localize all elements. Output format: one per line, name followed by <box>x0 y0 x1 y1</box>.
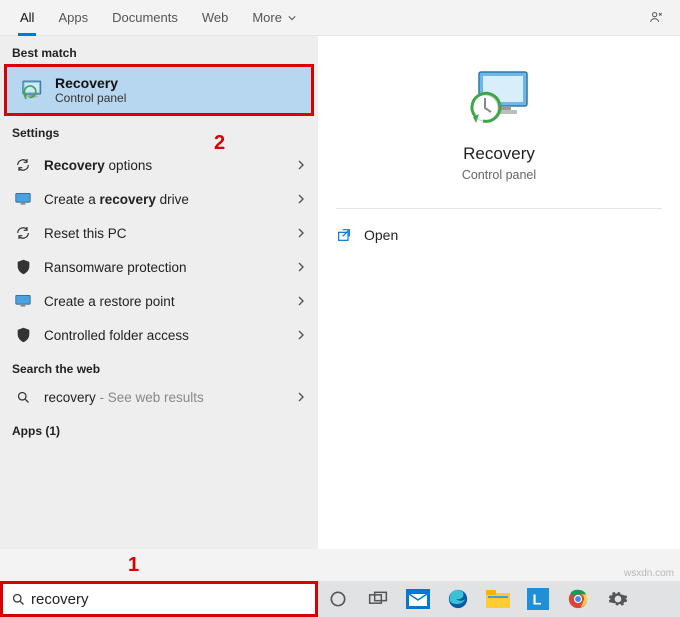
best-match-title: Recovery <box>55 75 126 91</box>
shield-icon <box>12 327 34 343</box>
settings-item-reset-pc[interactable]: Reset this PC <box>0 216 318 250</box>
annotation-1: 1 <box>128 554 139 577</box>
section-settings: Settings <box>0 116 318 144</box>
chevron-right-icon <box>296 262 306 272</box>
chevron-right-icon <box>296 194 306 204</box>
chevron-right-icon <box>296 296 306 306</box>
search-box[interactable] <box>0 581 318 617</box>
tab-more[interactable]: More <box>240 0 308 36</box>
section-search-web: Search the web <box>0 352 318 380</box>
sync-icon <box>12 225 34 241</box>
settings-item-label: Controlled folder access <box>44 328 296 343</box>
chrome-icon[interactable] <box>564 585 592 613</box>
app-l-icon[interactable]: L <box>524 585 552 613</box>
search-icon <box>12 390 34 405</box>
settings-item-controlled-folder[interactable]: Controlled folder access <box>0 318 318 352</box>
preview-subtitle: Control panel <box>462 168 536 182</box>
monitor-icon <box>12 294 34 308</box>
edge-icon[interactable] <box>444 585 472 613</box>
preview-title: Recovery <box>463 144 535 164</box>
cortana-icon[interactable] <box>324 585 352 613</box>
search-input[interactable] <box>31 591 309 608</box>
search-filter-tabs: All Apps Documents Web More <box>0 0 680 36</box>
gear-icon[interactable] <box>604 585 632 613</box>
settings-item-label: Create a restore point <box>44 294 296 309</box>
open-icon <box>336 227 352 243</box>
chevron-right-icon <box>296 160 306 170</box>
section-best-match: Best match <box>0 36 318 64</box>
search-icon <box>9 592 27 607</box>
tab-apps[interactable]: Apps <box>46 0 100 36</box>
action-open[interactable]: Open <box>318 215 680 255</box>
tab-more-label: More <box>252 10 282 25</box>
recovery-icon <box>17 76 45 104</box>
web-result-item[interactable]: recovery - See web results <box>0 380 318 414</box>
settings-item-ransomware[interactable]: Ransomware protection <box>0 250 318 284</box>
tab-documents[interactable]: Documents <box>100 0 190 36</box>
explorer-icon[interactable] <box>484 585 512 613</box>
mail-icon[interactable] <box>404 585 432 613</box>
preview-panel: Recovery Control panel Open <box>318 36 680 549</box>
recovery-large-icon <box>463 68 535 126</box>
settings-item-recovery-options[interactable]: Recovery options <box>0 148 318 182</box>
web-result-label: recovery - See web results <box>44 390 296 405</box>
tab-web[interactable]: Web <box>190 0 241 36</box>
task-view-icon[interactable] <box>364 585 392 613</box>
sync-icon <box>12 157 34 173</box>
best-match-subtitle: Control panel <box>55 91 126 105</box>
settings-item-label: Ransomware protection <box>44 260 296 275</box>
results-panel: Best match Recovery Control panel <box>0 36 318 549</box>
settings-item-recovery-drive[interactable]: Create a recovery drive <box>0 182 318 216</box>
divider <box>336 208 662 209</box>
best-match-item[interactable]: Recovery Control panel <box>7 67 311 113</box>
shield-icon <box>12 259 34 275</box>
tab-all[interactable]: All <box>8 0 46 36</box>
chevron-right-icon <box>296 330 306 340</box>
caret-down-icon <box>288 14 296 22</box>
chevron-right-icon <box>296 392 306 402</box>
action-open-label: Open <box>364 227 398 243</box>
svg-text:L: L <box>533 593 542 609</box>
settings-item-label: Create a recovery drive <box>44 192 296 207</box>
section-apps-count: Apps (1) <box>0 414 318 442</box>
settings-item-label: Recovery options <box>44 158 296 173</box>
watermark: wsxdn.com <box>624 568 674 579</box>
settings-item-restore-point[interactable]: Create a restore point <box>0 284 318 318</box>
settings-item-label: Reset this PC <box>44 226 296 241</box>
monitor-icon <box>12 192 34 206</box>
taskbar: L <box>318 581 680 617</box>
chevron-right-icon <box>296 228 306 238</box>
best-match-highlight: Recovery Control panel <box>4 64 314 116</box>
feedback-icon[interactable] <box>648 10 664 26</box>
